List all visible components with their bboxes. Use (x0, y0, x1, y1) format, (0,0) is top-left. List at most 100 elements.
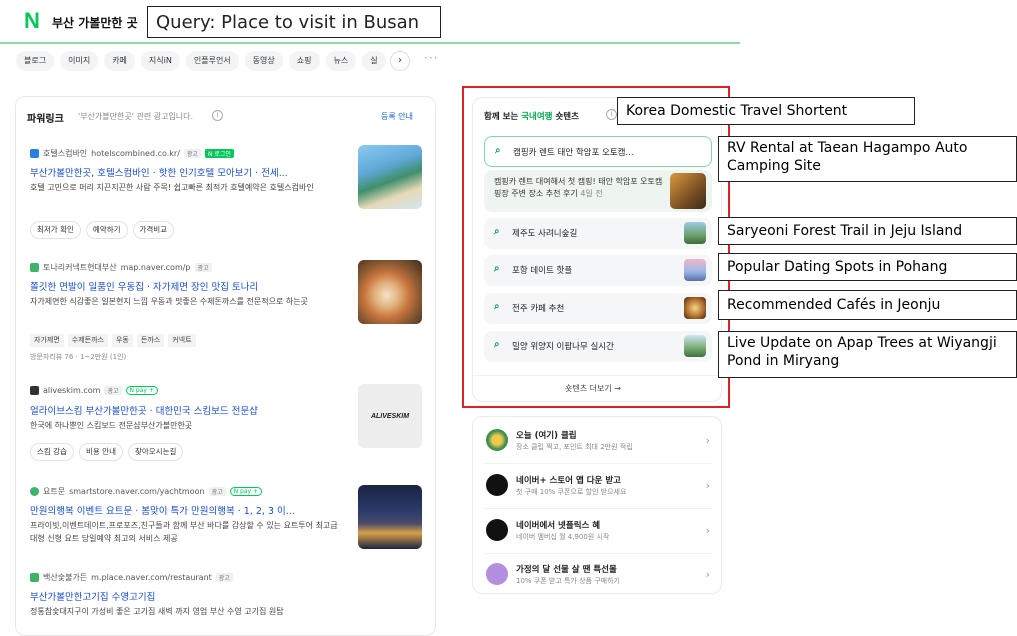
search-tabs: 블로그 이미지 카페 지식iN 인플루언서 동영상 쇼핑 뉴스 실 (16, 51, 386, 71)
tag[interactable]: 수제돈까스 (67, 334, 108, 347)
ad-title-link[interactable]: 얼라이브스킴 부산가볼만한곳 · 대한민국 스킴보드 전문샵 (30, 403, 345, 417)
jeju-thumbnail (684, 222, 706, 244)
annotation-camping: RV Rental at Taean Hagampo Auto Camping … (718, 136, 1017, 182)
tag[interactable]: 우동 (111, 334, 133, 347)
tab-influencer[interactable]: 인플루언서 (185, 51, 239, 71)
ad-title-link[interactable]: 만원의행복 이벤트 요트문 · 봄맞이 특가 만원의행복 · 1, 2, 3 이… (30, 503, 345, 517)
ad-source[interactable]: 호텔스컴바인 (43, 148, 87, 159)
info-icon[interactable]: i (212, 110, 223, 121)
place-favicon-icon (30, 573, 39, 582)
ad-badge: 광고 (183, 149, 201, 158)
shortents-title-highlight: 국내여행 (521, 112, 553, 122)
ad-badge: 광고 (194, 263, 212, 272)
ad-url[interactable]: map.naver.com/p (121, 263, 191, 272)
promo-title: 가정의 달 선물 살 땐 특선몰 (516, 565, 617, 575)
ad-title-link[interactable]: 부산가볼만한고기집 수영고기집 (30, 589, 345, 603)
shortents-title-prefix: 함께 보는 (484, 112, 519, 122)
chip-lowest-price[interactable]: 최저가 확인 (30, 221, 81, 239)
tab-video[interactable]: 동영상 (244, 51, 283, 71)
ad-badge: 광고 (104, 386, 122, 395)
promo-store[interactable]: 네이버+ 스토어 앱 다운 받고 첫 구매 10% 쿠폰으로 할인 받으세요 › (486, 470, 714, 506)
tab-shopping[interactable]: 쇼핑 (288, 51, 320, 71)
chevron-right-icon: › (705, 479, 710, 492)
hotel-pool-thumbnail[interactable] (358, 145, 422, 209)
shortents-title: 함께 보는 국내여행 숏텐츠 (484, 110, 579, 122)
annotation-jeonju: Recommended Cafés in Jeonju (718, 290, 1017, 320)
chevron-right-icon: › (705, 434, 710, 447)
store-app-icon (486, 474, 508, 496)
npay-badge: N pay + (125, 386, 158, 395)
ad-description: 프라이빗,이벤트데이트,프로포즈,친구들과 함께 부산 바다를 감상할 수 있는… (30, 521, 338, 543)
tag[interactable]: 돈까스 (136, 334, 165, 347)
tab-image[interactable]: 이미지 (60, 51, 99, 71)
promo-subtitle: 네이버 멤버십 월 4,900원 시작 (516, 533, 610, 541)
query-annotation: Query: Place to visit in Busan (147, 6, 441, 38)
shortent-item-miryang[interactable]: ⌕ 밀양 위양지 이팝나무 실시간 (484, 331, 712, 362)
search-icon: ⌕ (494, 226, 500, 237)
chevron-right-icon[interactable]: › (390, 51, 410, 71)
aliveskim-logo-text: ALIVESKIM (370, 412, 410, 420)
smartstore-favicon-icon (30, 487, 39, 496)
search-icon: ⌕ (494, 339, 500, 350)
ad-item-yachtmoon: 요트문 smartstore.naver.com/yachtmoon 광고 N … (30, 485, 430, 556)
shortent-annotation: Korea Domestic Travel Shortent (617, 97, 915, 125)
divider (484, 508, 712, 509)
ad-description: 호텔 고민으로 머리 지끈지끈한 사람 주목! 쉽고빠른 최적가 호텔예약은 호… (30, 183, 314, 192)
ad-register-link[interactable]: 등록 안내 (381, 111, 413, 122)
ad-description: 정통참숯대지구이 가성비 좋은 고기집 새벽 까지 영업 부산 수영 고기집 원… (30, 607, 284, 616)
hotelscombined-favicon-icon (30, 149, 39, 158)
promo-netflix[interactable]: 네이버에서 넷플릭스 혜 네이버 멤버십 월 4,900원 시작 › (486, 515, 714, 551)
ad-url[interactable]: m.place.naver.com/restaurant (91, 573, 212, 582)
preview-time: 4일 전 (580, 189, 603, 198)
shortent-item-pohang[interactable]: ⌕ 포항 데이트 핫플 (484, 255, 712, 286)
chip-book[interactable]: 예약하기 (85, 221, 128, 239)
chip-compare[interactable]: 가격비교 (132, 221, 175, 239)
naver-logo[interactable]: N (24, 8, 40, 34)
tag[interactable]: 커넥트 (168, 334, 196, 347)
yacht-night-thumbnail[interactable] (358, 485, 422, 549)
chip-lesson[interactable]: 스킴 강습 (30, 443, 74, 461)
shortents-more-link[interactable]: 숏텐츠 더보기 → (565, 383, 621, 394)
info-icon[interactable]: i (606, 109, 617, 120)
promo-gift[interactable]: 가정의 달 선물 살 땐 특선몰 10% 쿠폰 받고 특가 상품 구매하기 › (486, 559, 714, 595)
chip-directions[interactable]: 찾아오시는길 (127, 443, 184, 461)
tab-blog[interactable]: 블로그 (16, 51, 55, 71)
tab-news[interactable]: 뉴스 (325, 51, 357, 71)
tab-cafe[interactable]: 카페 (104, 51, 135, 71)
ad-title-link[interactable]: 쫄깃한 면발이 일품인 우동집 · 자가제면 장인 맛집 토나리 (30, 279, 345, 293)
promo-title: 네이버에서 넷플릭스 혜 (516, 521, 601, 531)
ad-source[interactable]: aliveskim.com (43, 386, 100, 395)
ad-url[interactable]: hotelscombined.co.kr/ (91, 149, 180, 158)
divider (484, 553, 712, 554)
ad-source[interactable]: 토나리커넥트현대부산 (43, 262, 117, 273)
search-query-text[interactable]: 부산 가볼만한 곳 (52, 14, 138, 31)
shortent-item-jeju[interactable]: ⌕ 제주도 사려니숲길 (484, 218, 712, 249)
ad-source[interactable]: 요트문 (43, 486, 65, 497)
udon-food-thumbnail[interactable] (358, 260, 422, 324)
shortent-preview-text: 캠핑카 렌트 대여해서 첫 캠핑! 태안 학암포 오토캠핑장 주변 장소 추천 … (494, 176, 664, 200)
powerlink-title: 파워링크 (27, 114, 64, 125)
ad-item-hotelscombined: 호텔스컴바인 hotelscombined.co.kr/ 광고 N 로그인 부산… (30, 145, 430, 243)
ad-description: 한국에 하나뿐인 스킴보드 전문샵부산가볼만한곳 (30, 421, 193, 430)
shortent-item-jeonju[interactable]: ⌕ 전주 카페 추천 (484, 293, 712, 324)
ad-source[interactable]: 백산숯불가든 (43, 572, 87, 583)
tag[interactable]: 자가제면 (30, 334, 64, 347)
camping-thumbnail[interactable] (670, 173, 706, 209)
shortent-item-camping[interactable]: ⌕ 캠핑카 렌트 태안 학암포 오토캠... (484, 136, 712, 167)
ad-title-link[interactable]: 부산가볼만한곳, 호텔스컴바인 · 핫한 인기호텔 모아보기 · 전세... (30, 165, 345, 179)
search-icon: ⌕ (494, 301, 500, 312)
tab-kin[interactable]: 지식iN (140, 51, 180, 71)
aliveskim-logo-thumbnail[interactable]: ALIVESKIM (358, 384, 422, 448)
clip-icon (486, 429, 508, 451)
chip-price[interactable]: 비용 안내 (78, 443, 123, 461)
promo-subtitle: 10% 쿠폰 받고 특가 상품 구매하기 (516, 577, 620, 585)
search-icon: ⌕ (495, 145, 501, 156)
divider (484, 463, 712, 464)
annotation-pohang: Popular Dating Spots in Pohang (718, 253, 1017, 281)
miryang-thumbnail (684, 335, 706, 357)
more-options-icon[interactable]: ··· (424, 51, 438, 65)
tab-more-partial[interactable]: 실 (362, 51, 386, 71)
promo-clip[interactable]: 오늘 (여기) 클립 장소 클립 찍고, 포인트 최대 2만원 적립 › (486, 425, 714, 461)
promo-subtitle: 장소 클립 찍고, 포인트 최대 2만원 적립 (516, 443, 633, 451)
ad-url[interactable]: smartstore.naver.com/yachtmoon (69, 487, 204, 496)
